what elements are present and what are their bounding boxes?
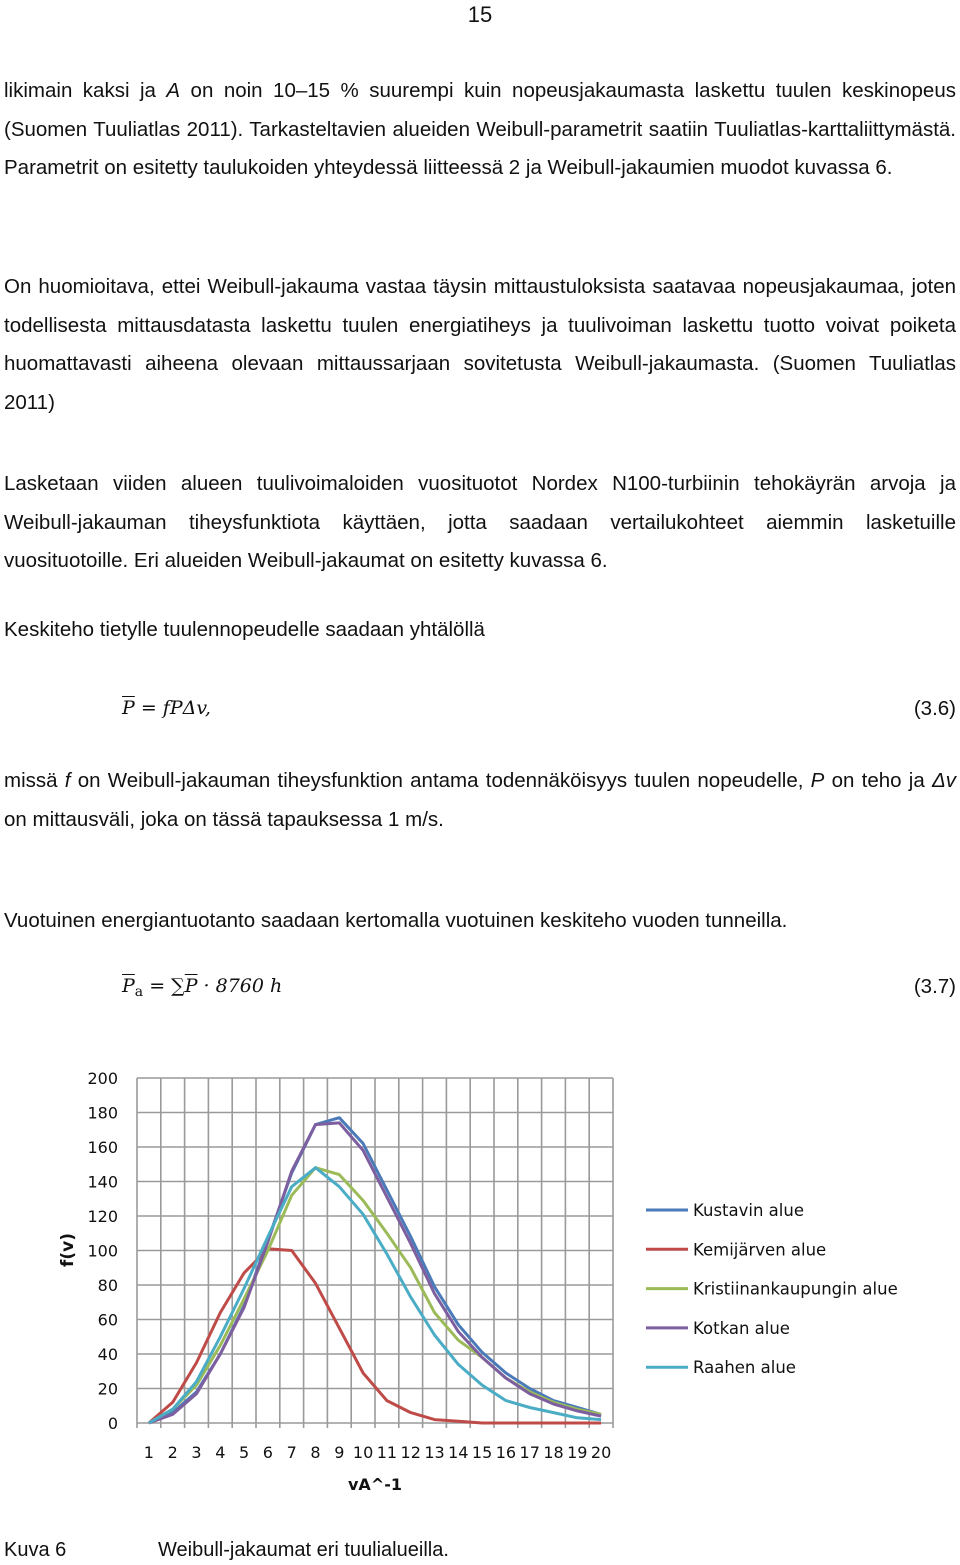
- eq37-sum: = ∑: [143, 975, 185, 997]
- x-tick-label: 10: [353, 1443, 373, 1462]
- y-tick-label: 40: [98, 1345, 118, 1364]
- x-tick-label: 6: [263, 1443, 273, 1462]
- legend-item: Kotkan alue: [646, 1319, 790, 1338]
- x-tick-label: 8: [310, 1443, 320, 1462]
- figure-caption: Weibull-jakaumat eri tuulialueilla.: [158, 1539, 449, 1561]
- eq37-rhs: · 8760 h: [197, 975, 283, 997]
- x-tick-label: 20: [591, 1443, 611, 1462]
- x-tick-label: 3: [191, 1443, 201, 1462]
- equation-number: (3.7): [913, 975, 956, 998]
- paragraph-annual-energy: Vuotuinen energiantuotanto saadaan kerto…: [4, 909, 788, 932]
- x-tick-label: 2: [168, 1443, 178, 1462]
- equation-3-7: Pa = ∑P · 8760 h (3.7): [122, 975, 956, 1005]
- eq37-lhs: P: [122, 975, 135, 997]
- y-tick-label: 160: [87, 1138, 118, 1157]
- x-tick-label: 5: [239, 1443, 249, 1462]
- legend-item: Raahen alue: [646, 1358, 796, 1377]
- x-tick-label: 16: [496, 1443, 516, 1462]
- x-tick-label: 4: [215, 1443, 225, 1462]
- legend-item: Kustavin alue: [646, 1201, 804, 1220]
- legend-label: Raahen alue: [693, 1358, 796, 1377]
- y-tick-label: 120: [87, 1207, 118, 1226]
- paragraph-weibull-caveat: On huomioitava, ettei Weibull-jakauma va…: [4, 275, 956, 414]
- eq36-rhs: = fPΔv,: [134, 697, 211, 719]
- x-tick-label: 17: [520, 1443, 540, 1462]
- paragraph-annual-yield: Lasketaan viiden alueen tuulivoimaloiden…: [4, 472, 956, 572]
- paragraph-mean-power-intro: Keskiteho tietylle tuulennopeudelle saad…: [4, 618, 485, 641]
- legend-item: Kemijärven alue: [646, 1240, 826, 1259]
- y-tick-label: 80: [98, 1276, 118, 1295]
- y-tick-labels: 0 20 40 60 80 100 120 140 160 180 200: [87, 1069, 118, 1433]
- x-tick-label: 7: [287, 1443, 297, 1462]
- legend-label: Kotkan alue: [693, 1319, 790, 1338]
- x-tick-labels: 1 2 3 4 5 6 7 8 9 10 11 12 13 14 15 16 17 18 19 20: [144, 1443, 611, 1462]
- eq37-rhs-p: P: [184, 975, 198, 997]
- figure-label: Kuva 6: [4, 1539, 67, 1561]
- legend-label: Kristiinankaupungin alue: [693, 1280, 898, 1299]
- page-number: 15: [467, 2, 493, 27]
- legend: Kustavin alue Kemijärven alue Kristiinanka…: [646, 1201, 898, 1377]
- x-tick-label: 11: [377, 1443, 397, 1462]
- y-tick-label: 200: [87, 1069, 118, 1088]
- x-axis-label: vA^-1: [348, 1475, 402, 1494]
- y-tick-label: 0: [108, 1414, 118, 1433]
- y-tick-label: 100: [87, 1242, 118, 1261]
- y-axis-label: f(v): [58, 1233, 78, 1267]
- x-tick-label: 1: [144, 1443, 154, 1462]
- eq37-lhs-subscript: a: [134, 984, 144, 1000]
- y-tick-label: 60: [98, 1311, 118, 1330]
- equation-number: (3.6): [913, 697, 956, 720]
- paragraph-variable-definitions: missä f on Weibull-jakauman tiheysfunkti…: [4, 769, 956, 831]
- y-tick-label: 180: [87, 1104, 118, 1123]
- x-tick-label: 14: [448, 1443, 468, 1462]
- x-tick-label: 13: [424, 1443, 444, 1462]
- weibull-chart: 0 20 40 60 80 100 120 140 160 180 200 1 2 3 4 5 6 7 8 9 10 1…: [0, 1060, 960, 1500]
- x-tick-label: 15: [472, 1443, 492, 1462]
- legend-item: Kristiinankaupungin alue: [646, 1280, 898, 1299]
- italic-symbol: P: [810, 769, 825, 792]
- x-tick-label: 12: [401, 1443, 421, 1462]
- equation-3-6: P = fPΔv, (3.6): [122, 697, 956, 727]
- eq36-lhs: P: [122, 697, 135, 719]
- legend-label: Kemijärven alue: [693, 1240, 826, 1259]
- italic-symbol: Δv: [931, 769, 956, 792]
- italic-symbol: f: [64, 769, 71, 792]
- x-tick-label: 18: [543, 1443, 563, 1462]
- y-tick-label: 20: [98, 1380, 118, 1399]
- paragraph-weibull-parameters: likimain kaksi ja A on noin 10–15 % suur…: [4, 79, 956, 179]
- x-tick-label: 19: [567, 1443, 587, 1462]
- legend-label: Kustavin alue: [693, 1201, 804, 1220]
- chart-svg: 020406080100120140160180200 1 2 3 4 5 6 7 8 9 10 1…: [58, 1069, 898, 1494]
- x-tick-label: 9: [334, 1443, 344, 1462]
- italic-symbol: A: [166, 79, 181, 102]
- y-tick-label: 140: [87, 1173, 118, 1192]
